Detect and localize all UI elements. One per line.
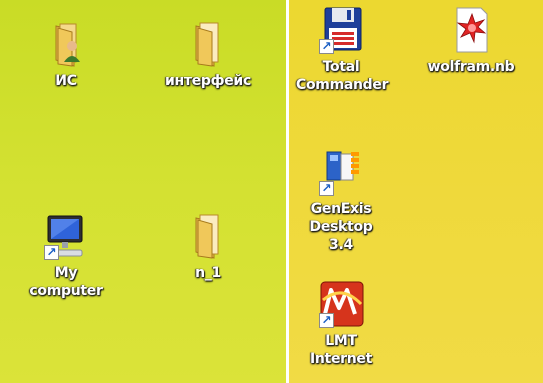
desktop-icon-interface[interactable]: интерфейс	[160, 20, 256, 90]
shortcut-arrow-icon: ↗	[319, 39, 334, 54]
icon-label: интерфейс	[165, 73, 251, 89]
shortcut-arrow-icon: ↗	[44, 245, 59, 260]
desktop-icon-lmt-internet[interactable]: ↗ LMT Internet	[293, 280, 389, 368]
icon-label: wolfram.nb	[427, 59, 515, 75]
computer-icon: ↗	[42, 212, 90, 260]
shortcut-arrow-icon: ↗	[319, 313, 334, 328]
icon-label: GenExis Desktop 3.4	[309, 201, 373, 253]
desktop-icon-is[interactable]: ИС	[18, 20, 114, 90]
desktop-icon-n1[interactable]: n_1	[160, 212, 256, 282]
folder-icon	[184, 212, 232, 260]
shortcut-arrow-icon: ↗	[319, 181, 334, 196]
icon-label: My computer	[29, 265, 103, 299]
user-folder-icon	[42, 20, 90, 68]
desktop-icon-total-commander[interactable]: ↗ Total Commander	[293, 6, 389, 94]
desktop-right: ↗ Total Commander wolfram.nb ↗ GenExis D…	[289, 0, 543, 383]
desktop-icon-my-computer[interactable]: ↗ My computer	[18, 212, 114, 300]
icon-label: LMT Internet	[309, 333, 373, 367]
icon-label: Total Commander	[296, 59, 389, 93]
desktop-icon-wolfram[interactable]: wolfram.nb	[423, 6, 519, 76]
icon-label: ИС	[55, 73, 77, 89]
desktop-left: ИС интерфейс ↗ My computer n_1	[0, 0, 286, 383]
mathematica-notebook-icon	[447, 6, 495, 54]
floppy-disk-icon: ↗	[317, 6, 365, 54]
lmt-icon: ↗	[317, 280, 365, 328]
genexis-icon: ↗	[317, 148, 365, 196]
icon-label: n_1	[195, 265, 221, 281]
folder-icon	[184, 20, 232, 68]
desktop-icon-genexis[interactable]: ↗ GenExis Desktop 3.4	[293, 148, 389, 254]
